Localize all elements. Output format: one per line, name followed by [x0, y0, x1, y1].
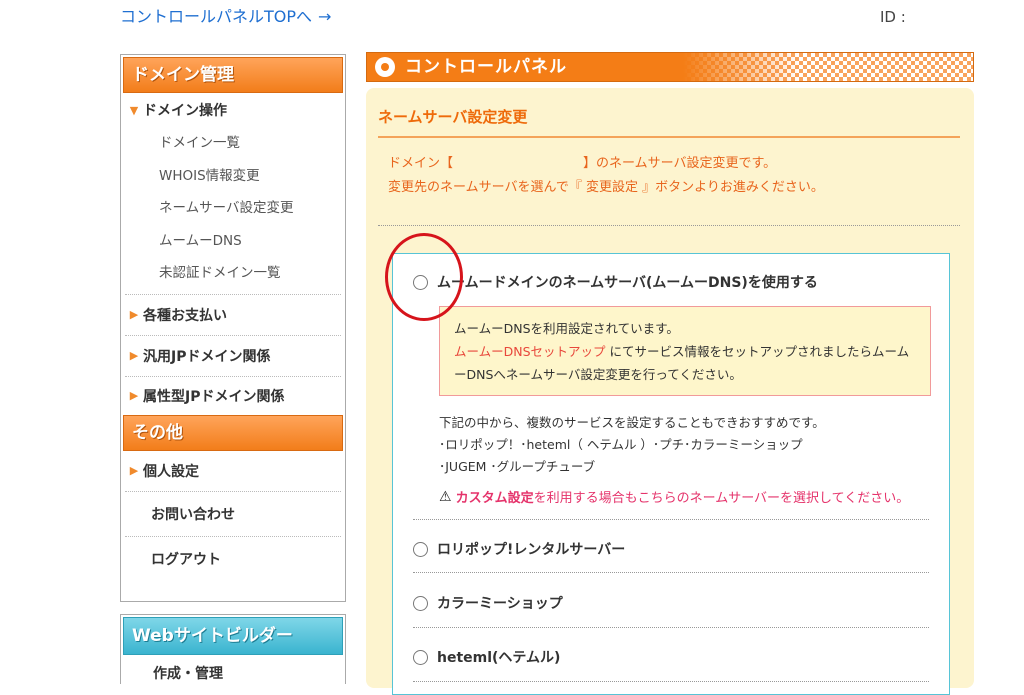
triangle-down-icon: ▼ [129, 103, 139, 117]
section-divider [378, 136, 960, 138]
sidebar-item-jp-attr[interactable]: ▶ 属性型JPドメイン関係 [125, 377, 341, 415]
description-line-2: 変更先のネームサーバを選んで『 変更設定 』ボタンよりお進みください。 [388, 180, 824, 195]
option-colorme[interactable]: カラーミーショップ [413, 593, 563, 613]
sidebar-item-whois[interactable]: WHOIS情報変更 [125, 160, 341, 193]
sidebar-item-contact[interactable]: お問い合わせ [125, 492, 341, 537]
triangle-right-icon: ▶ [129, 308, 139, 321]
triangle-right-icon: ▶ [129, 389, 139, 402]
control-panel-top-link[interactable]: コントロールパネルTOPへ → [120, 6, 331, 28]
sidebar-item-label: 汎用JPドメイン関係 [143, 348, 271, 365]
notice-line-2: にてサービス情報をセットアップされましたらムーム [605, 344, 910, 359]
info-line-2: ･ロリポップ！･heteml（ ヘテムル ）･プチ･カラーミーショップ [439, 437, 803, 452]
sidebar-header-builder: Webサイトビルダー [123, 617, 343, 655]
custom-setting-warning: ⚠ カスタム設定を利用する場合もこちらのネームサーバーを選択してください。 [439, 487, 910, 507]
sidebar-item-domain-list[interactable]: ドメイン一覧 [125, 127, 341, 160]
muumuu-dns-notice: ムームーDNSを利用設定されています。 ムームーDNSセットアップ にてサービス… [439, 306, 931, 396]
description: ドメイン【 】のネームサーバ設定変更です。 変更先のネームサーバを選んで『 変更… [388, 152, 824, 200]
triangle-right-icon: ▶ [129, 349, 139, 362]
user-id-label: ID : [880, 8, 906, 26]
arrow-right-icon: → [318, 7, 332, 26]
option-label: heteml(ヘテムル) [437, 650, 561, 666]
option-lolipop[interactable]: ロリポップ!レンタルサーバー [413, 539, 625, 559]
warning-text: を利用する場合もこちらのネームサーバーを選択してください。 [533, 491, 910, 506]
radio-lolipop[interactable] [413, 541, 428, 557]
warning-icon: ⚠ [439, 488, 452, 505]
description-line-1: ドメイン【 】のネームサーバ設定変更です。 [388, 156, 777, 171]
info-line-3: ･JUGEM ･グループチューブ [439, 459, 596, 474]
option-heteml[interactable]: heteml(ヘテムル) [413, 647, 560, 667]
notice-line-1: ムームーDNSを利用設定されています。 [454, 321, 679, 336]
sidebar-header-other: その他 [123, 414, 343, 451]
checker-pattern [683, 53, 973, 81]
option-label: ロリポップ!レンタルサーバー [437, 542, 626, 558]
radio-heteml[interactable] [413, 649, 428, 665]
dotted-divider [378, 225, 960, 226]
domain-ops-submenu: ドメイン一覧 WHOIS情報変更 ネームサーバ設定変更 ムームーDNS 未認証ド… [125, 127, 341, 295]
panel-title-bar: コントロールパネル [366, 52, 974, 82]
sidebar-item-jp-general[interactable]: ▶ 汎用JPドメイン関係 [125, 336, 341, 377]
annotation-circle [385, 233, 463, 321]
section-title: ネームサーバ設定変更 [378, 108, 528, 126]
sidebar-item-label: 各種お支払い [143, 307, 227, 324]
dotted-divider [413, 681, 929, 682]
sidebar-item-domain-ops[interactable]: ▼ ドメイン操作 [125, 93, 341, 127]
sidebar-item-muumuu-dns[interactable]: ムームーDNS [125, 225, 341, 258]
sidebar-item-label: 個人設定 [143, 463, 199, 480]
gear-icon [375, 57, 395, 77]
sidebar-item-label: 属性型JPドメイン関係 [143, 388, 285, 405]
sidebar-item-builder-manage[interactable]: 作成・管理 [121, 655, 345, 683]
top-link-label: コントロールパネルTOPへ [120, 7, 313, 26]
option-muumuu-dns[interactable]: ムームードメインのネームサーバ(ムームーDNS)を使用する [413, 272, 818, 292]
sidebar-header-domain: ドメイン管理 [123, 57, 343, 93]
sidebar-item-unverified[interactable]: 未認証ドメイン一覧 [125, 257, 341, 290]
info-line-1: 下記の中から、複数のサービスを設定することもできおすすめです。 [439, 415, 825, 430]
warning-bold: カスタム設定 [455, 491, 534, 506]
sidebar: ドメイン管理 ▼ ドメイン操作 ドメイン一覧 WHOIS情報変更 ネームサーバ設… [120, 54, 346, 602]
panel-title: コントロールパネル [405, 57, 567, 77]
dotted-divider [413, 572, 929, 573]
option-label: ムームードメインのネームサーバ(ムームーDNS)を使用する [437, 275, 818, 291]
sidebar-item-nameserver[interactable]: ネームサーバ設定変更 [125, 192, 341, 225]
dotted-divider [413, 519, 929, 520]
nameserver-options: ムームードメインのネームサーバ(ムームーDNS)を使用する ムームーDNSを利用… [392, 253, 950, 695]
panel-body: ネームサーバ設定変更 ドメイン【 】のネームサーバ設定変更です。 変更先のネーム… [366, 88, 974, 695]
triangle-right-icon: ▶ [129, 464, 139, 477]
option-label: カラーミーショップ [437, 596, 563, 612]
radio-colorme[interactable] [413, 595, 428, 611]
sidebar-item-personal[interactable]: ▶ 個人設定 [125, 451, 341, 492]
sidebar-item-label: ドメイン操作 [143, 103, 227, 119]
website-builder-box: Webサイトビルダー 作成・管理 [120, 614, 346, 684]
sidebar-item-logout[interactable]: ログアウト [125, 537, 341, 581]
notice-line-3: ーDNSへネームサーバ設定変更を行ってください。 [454, 367, 742, 382]
muumuu-dns-setup-link[interactable]: ムームーDNSセットアップ [454, 344, 606, 359]
service-info: 下記の中から、複数のサービスを設定することもできおすすめです。 ･ロリポップ！･… [439, 412, 825, 478]
dotted-divider [413, 627, 929, 628]
sidebar-item-payments[interactable]: ▶ 各種お支払い [125, 295, 341, 336]
